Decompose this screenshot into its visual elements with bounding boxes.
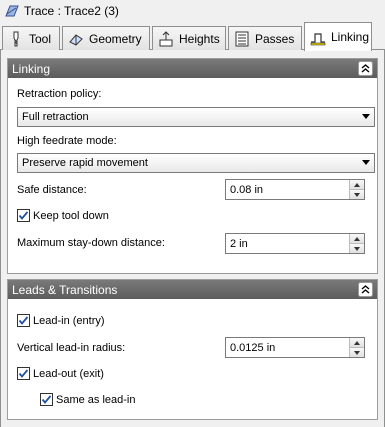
down-arrow-icon — [354, 246, 360, 251]
same-as-lead-in-checkbox[interactable]: Same as lead-in — [40, 393, 136, 406]
leads-transitions-group: Leads & Transitions Lead-in (entry) Vert… — [7, 279, 378, 420]
passes-icon — [235, 31, 249, 46]
linking-icon — [310, 33, 326, 46]
spin-down-button[interactable] — [350, 189, 364, 199]
linking-group-title: Linking — [12, 61, 51, 76]
max-stay-down-value[interactable]: 2 in — [226, 238, 349, 250]
tab-tool[interactable]: Tool — [2, 26, 60, 50]
geometry-icon — [69, 33, 83, 46]
tab-passes[interactable]: Passes — [228, 26, 302, 50]
vertical-radius-spinner[interactable]: 0.0125 in — [225, 337, 365, 358]
spin-up-button[interactable] — [350, 180, 364, 189]
checkmark-icon — [18, 369, 29, 378]
lead-out-label: Lead-out (exit) — [33, 367, 104, 380]
tab-label: Passes — [255, 31, 295, 46]
tab-label: Geometry — [89, 31, 142, 46]
keep-tool-down-label: Keep tool down — [33, 209, 109, 222]
retraction-policy-label: Retraction policy: — [17, 88, 102, 100]
lead-in-label: Lead-in (entry) — [33, 314, 105, 327]
window-title: Trace : Trace2 (3) — [24, 4, 119, 18]
tab-geometry[interactable]: Geometry — [62, 26, 150, 50]
tab-label: Heights — [179, 31, 220, 46]
leads-group-title: Leads & Transitions — [12, 282, 118, 297]
chevron-down-icon — [362, 114, 370, 119]
linking-group: Linking Retraction policy: Full retracti… — [7, 58, 378, 274]
leads-group-header[interactable]: Leads & Transitions — [8, 280, 377, 299]
trace-icon — [5, 5, 19, 17]
window-title-bar: Trace : Trace2 (3) — [0, 0, 385, 22]
up-arrow-icon — [354, 236, 360, 241]
vertical-radius-value[interactable]: 0.0125 in — [226, 342, 349, 354]
lead-in-checkbox[interactable]: Lead-in (entry) — [17, 314, 105, 327]
checkmark-icon — [41, 395, 52, 404]
high-feedrate-select[interactable]: Preserve rapid movement — [17, 153, 375, 173]
chevron-down-icon — [362, 160, 370, 165]
retraction-policy-select[interactable]: Full retraction — [17, 107, 375, 127]
collapse-icon[interactable] — [358, 61, 373, 76]
tab-heights[interactable]: Heights — [152, 26, 226, 50]
up-arrow-icon — [354, 340, 360, 345]
linking-group-header[interactable]: Linking — [8, 59, 377, 78]
down-arrow-icon — [354, 192, 360, 197]
checkmark-icon — [18, 316, 29, 325]
spin-up-button[interactable] — [350, 338, 364, 347]
checkbox-box[interactable] — [17, 314, 30, 327]
safe-distance-value[interactable]: 0.08 in — [226, 184, 349, 196]
checkbox-box[interactable] — [17, 209, 30, 222]
max-stay-down-label: Maximum stay-down distance: — [17, 237, 165, 249]
up-arrow-icon — [354, 182, 360, 187]
max-stay-down-spinner[interactable]: 2 in — [225, 233, 365, 254]
checkmark-icon — [18, 211, 29, 220]
tool-icon — [13, 31, 19, 46]
same-as-lead-in-label: Same as lead-in — [56, 393, 136, 406]
down-arrow-icon — [354, 350, 360, 355]
spin-up-button[interactable] — [350, 234, 364, 243]
tab-label: Tool — [29, 31, 52, 46]
keep-tool-down-checkbox[interactable]: Keep tool down — [17, 209, 109, 222]
spin-down-button[interactable] — [350, 347, 364, 357]
tab-bar: Tool Geometry Heights Passes Linking — [0, 22, 385, 51]
spin-down-button[interactable] — [350, 243, 364, 253]
checkbox-box[interactable] — [17, 367, 30, 380]
high-feedrate-label: High feedrate mode: — [17, 135, 117, 147]
tab-linking[interactable]: Linking — [304, 22, 372, 51]
retraction-policy-value: Full retraction — [22, 111, 89, 123]
checkbox-box[interactable] — [40, 393, 53, 406]
tab-label: Linking — [331, 30, 370, 44]
tab-content: Linking Retraction policy: Full retracti… — [0, 50, 385, 427]
safe-distance-label: Safe distance: — [17, 184, 87, 196]
safe-distance-spinner[interactable]: 0.08 in — [225, 179, 365, 200]
lead-out-checkbox[interactable]: Lead-out (exit) — [17, 367, 104, 380]
heights-icon — [159, 30, 173, 46]
vertical-radius-label: Vertical lead-in radius: — [17, 342, 126, 354]
high-feedrate-value: Preserve rapid movement — [22, 157, 148, 169]
collapse-icon[interactable] — [358, 282, 373, 297]
